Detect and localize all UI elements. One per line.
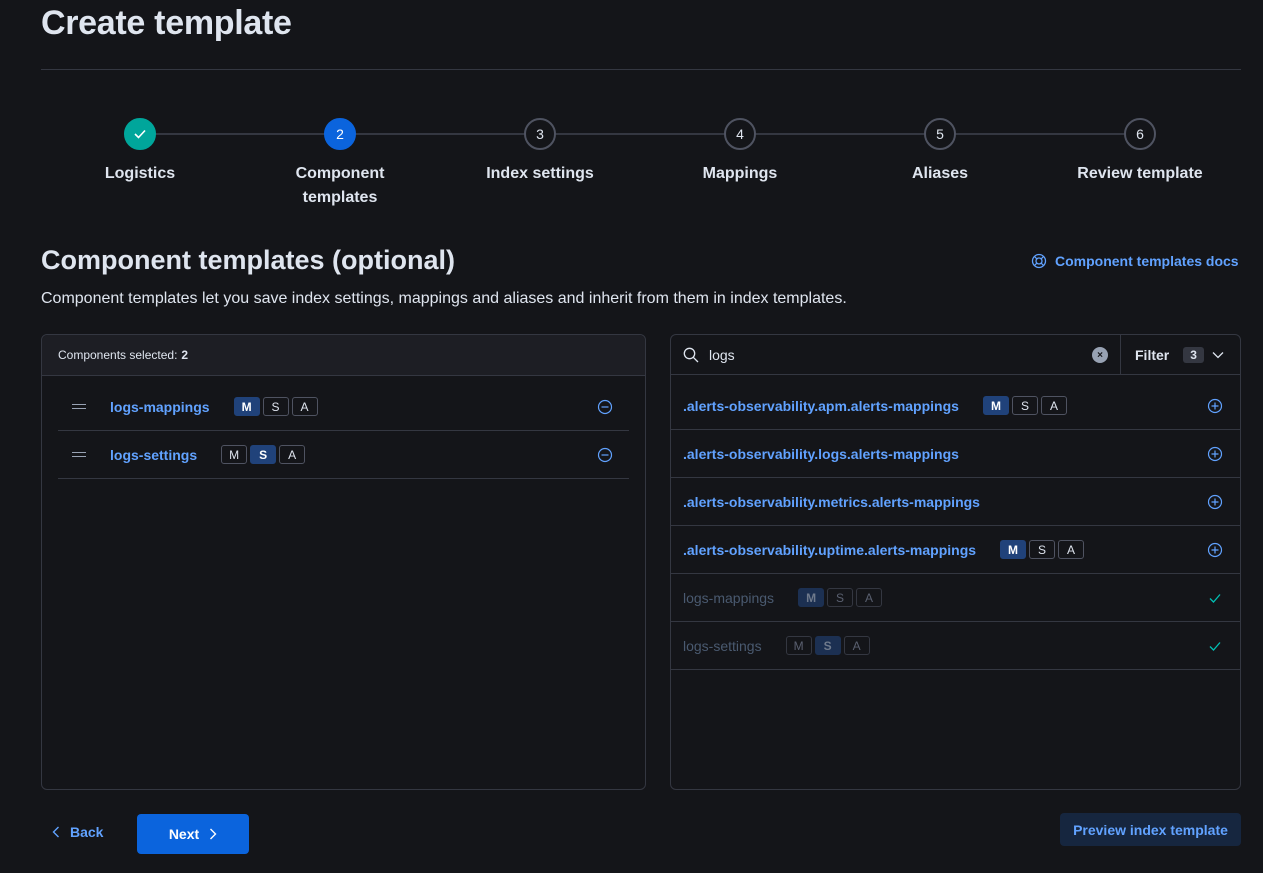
selected-component-name[interactable]: logs-mappings bbox=[110, 399, 210, 415]
next-button[interactable]: Next bbox=[137, 814, 249, 854]
step-label: Index settings bbox=[486, 165, 594, 182]
components-selected-header: Components selected: 2 bbox=[42, 335, 645, 376]
search-result-row: .alerts-observability.uptime.alerts-mapp… bbox=[671, 526, 1240, 574]
search-result-row: .alerts-observability.apm.alerts-mapping… bbox=[671, 382, 1240, 430]
result-component-name[interactable]: .alerts-observability.logs.alerts-mappin… bbox=[683, 446, 959, 462]
step-label: Logistics bbox=[104, 165, 176, 182]
mappings-badge: M bbox=[233, 397, 260, 416]
remove-minus-icon[interactable] bbox=[597, 399, 613, 415]
aliases-badge: A bbox=[279, 445, 306, 464]
chevron-left-icon bbox=[52, 826, 59, 838]
search-result-row-selected: logs-settings M S A bbox=[671, 622, 1240, 670]
next-button-label: Next bbox=[168, 826, 200, 842]
step-index-settings[interactable]: 3 Index settings bbox=[460, 118, 620, 186]
step-component-templates[interactable]: 2 Component templates bbox=[260, 118, 420, 210]
add-plus-icon[interactable] bbox=[1207, 542, 1223, 558]
page-title: Create template bbox=[41, 4, 292, 42]
check-icon bbox=[1209, 641, 1221, 651]
component-type-badges: M S A bbox=[221, 445, 306, 464]
selected-components-panel: Components selected: 2 logs-mappings M S… bbox=[41, 334, 646, 790]
add-plus-icon[interactable] bbox=[1207, 494, 1223, 510]
back-button-label: Back bbox=[70, 824, 104, 840]
step-label: Review template bbox=[1077, 165, 1203, 182]
aliases-badge: A bbox=[843, 636, 870, 655]
result-component-name[interactable]: .alerts-observability.metrics.alerts-map… bbox=[683, 494, 980, 510]
search-result-row-selected: logs-mappings M S A bbox=[671, 574, 1240, 622]
component-type-badges: M S A bbox=[233, 397, 318, 416]
add-plus-icon[interactable] bbox=[1207, 446, 1223, 462]
search-result-row: .alerts-observability.logs.alerts-mappin… bbox=[671, 430, 1240, 478]
step-label: Mappings bbox=[702, 165, 778, 182]
step-label: Component templates bbox=[295, 165, 385, 206]
component-templates-docs-link[interactable]: Component templates docs bbox=[1031, 253, 1239, 269]
components-selected-label: Components selected: bbox=[58, 348, 178, 362]
step-logistics[interactable]: Logistics bbox=[60, 118, 220, 186]
mappings-badge: M bbox=[1000, 540, 1027, 559]
component-type-badges: M S A bbox=[785, 636, 870, 655]
selected-component-row: logs-settings M S A bbox=[58, 431, 629, 479]
search-result-row: .alerts-observability.metrics.alerts-map… bbox=[671, 478, 1240, 526]
aliases-badge: A bbox=[1058, 540, 1085, 559]
section-description: Component templates let you save index s… bbox=[41, 290, 847, 307]
docs-link-label: Component templates docs bbox=[1055, 253, 1239, 269]
mappings-badge: M bbox=[221, 445, 248, 464]
check-icon bbox=[1209, 593, 1221, 603]
filter-button[interactable]: Filter 3 bbox=[1120, 335, 1240, 374]
aliases-badge: A bbox=[291, 397, 318, 416]
step-number: 3 bbox=[524, 118, 556, 150]
preview-index-template-button[interactable]: Preview index template bbox=[1060, 813, 1241, 846]
settings-badge: S bbox=[827, 588, 854, 607]
aliases-badge: A bbox=[856, 588, 883, 607]
result-component-name: logs-settings bbox=[683, 637, 762, 654]
components-selected-count: 2 bbox=[181, 348, 189, 362]
search-bar: × Filter 3 bbox=[671, 335, 1240, 375]
component-type-badges: M S A bbox=[1000, 540, 1085, 559]
selected-component-row: logs-mappings M S A bbox=[58, 383, 629, 431]
search-field: × bbox=[671, 335, 1120, 374]
settings-badge: S bbox=[250, 445, 277, 464]
step-label: Aliases bbox=[911, 165, 969, 182]
drag-handle-icon[interactable] bbox=[72, 401, 86, 412]
drag-handle-icon[interactable] bbox=[72, 449, 86, 460]
search-icon bbox=[683, 347, 699, 362]
header-divider bbox=[41, 69, 1241, 70]
step-aliases[interactable]: 5 Aliases bbox=[860, 118, 1020, 186]
filter-label: Filter bbox=[1135, 346, 1170, 363]
lifebuoy-icon bbox=[1031, 253, 1047, 269]
step-number: 5 bbox=[924, 118, 956, 150]
add-plus-icon[interactable] bbox=[1207, 398, 1223, 414]
component-search-panel: × Filter 3 .alerts-observability.apm.ale… bbox=[670, 334, 1241, 790]
back-button[interactable]: Back bbox=[52, 824, 103, 840]
result-component-name[interactable]: .alerts-observability.apm.alerts-mapping… bbox=[683, 398, 959, 414]
step-complete-check-icon bbox=[124, 118, 156, 150]
chevron-down-icon bbox=[1212, 351, 1224, 358]
section-title: Component templates (optional) bbox=[41, 245, 455, 275]
step-number: 4 bbox=[724, 118, 756, 150]
settings-badge: S bbox=[1011, 396, 1038, 415]
clear-search-icon[interactable]: × bbox=[1092, 347, 1108, 363]
step-review-template[interactable]: 6 Review template bbox=[1060, 118, 1220, 186]
settings-badge: S bbox=[1029, 540, 1056, 559]
settings-badge: S bbox=[814, 636, 841, 655]
step-mappings[interactable]: 4 Mappings bbox=[660, 118, 820, 186]
aliases-badge: A bbox=[1040, 396, 1067, 415]
step-number: 2 bbox=[324, 118, 356, 150]
filter-count-badge: 3 bbox=[1183, 346, 1204, 363]
step-number: 6 bbox=[1124, 118, 1156, 150]
component-type-badges: M S A bbox=[798, 588, 883, 607]
selected-component-name[interactable]: logs-settings bbox=[110, 447, 197, 463]
search-input[interactable] bbox=[709, 346, 1069, 363]
remove-minus-icon[interactable] bbox=[597, 447, 613, 463]
mappings-badge: M bbox=[982, 396, 1009, 415]
chevron-right-icon bbox=[210, 828, 217, 840]
result-component-name: logs-mappings bbox=[683, 589, 775, 606]
mappings-badge: M bbox=[785, 636, 812, 655]
mappings-badge: M bbox=[798, 588, 825, 607]
component-type-badges: M S A bbox=[982, 396, 1067, 415]
settings-badge: S bbox=[262, 397, 289, 416]
result-component-name[interactable]: .alerts-observability.uptime.alerts-mapp… bbox=[683, 542, 976, 558]
